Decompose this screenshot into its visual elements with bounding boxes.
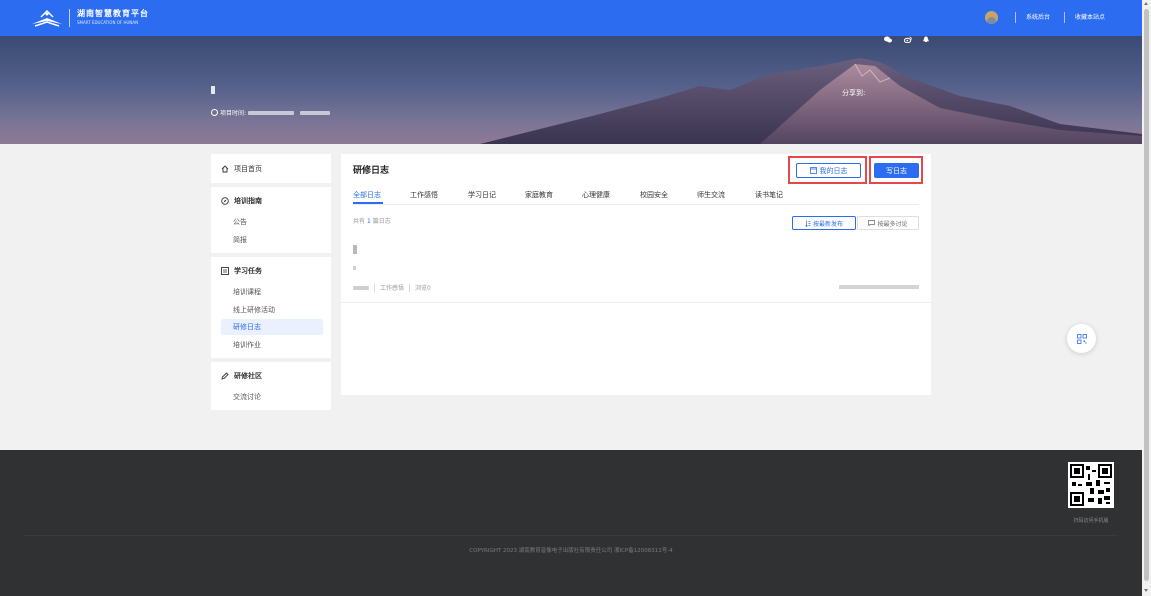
tab-work-insights[interactable]: 工作感悟 xyxy=(410,190,438,200)
qr-caption: 扫码访问手机版 xyxy=(1073,518,1109,524)
platform-name-en: SMART EDUCATION OF HUNAN xyxy=(77,20,139,25)
copyright-text: COPYRIGHT 2023 湖南教育音像电子出版社有限责任公司 湘ICP备12… xyxy=(469,548,673,554)
page-footer: 扫码访问手机版 COPYRIGHT 2023 湖南教育音像电子出版社有限责任公司… xyxy=(0,450,1142,596)
sidebar-item-home[interactable]: 项目首页 xyxy=(221,164,262,174)
community-icon xyxy=(221,372,229,380)
sidebar-item-homework[interactable]: 培训作业 xyxy=(221,337,323,353)
tab-study-notes[interactable]: 学习日记 xyxy=(468,190,496,200)
sidebar-community-title: 研修社区 xyxy=(234,372,262,380)
top-nav: 湖南智慧教育平台 SMART EDUCATION OF HUNAN 系统后台 收… xyxy=(0,0,1142,36)
nav-divider xyxy=(1064,12,1065,23)
my-diary-label: 我的日志 xyxy=(819,166,848,175)
nav-divider xyxy=(1015,12,1016,23)
tab-family-education[interactable]: 家庭教育 xyxy=(525,190,553,200)
sort-newest-label: 按最新发布 xyxy=(812,220,843,228)
tab-mental-health[interactable]: 心理健康 xyxy=(582,190,610,200)
page-scrollbar[interactable] xyxy=(1142,0,1151,596)
count-value: 1 xyxy=(366,218,371,225)
project-title-placeholder xyxy=(211,86,215,94)
logo-divider xyxy=(69,9,70,27)
count-suffix: 篇日志 xyxy=(372,218,391,225)
active-tab-indicator xyxy=(353,202,383,204)
project-time-label: 项目时间: xyxy=(220,110,247,117)
qr-code-icon xyxy=(1076,333,1087,344)
scroll-up-arrow-icon[interactable] xyxy=(1144,2,1148,5)
diary-entry-meta: 工作感悟 浏览0 xyxy=(353,283,431,292)
sort-icon xyxy=(805,220,811,227)
home-icon xyxy=(221,165,229,173)
tab-reading-notes[interactable]: 读书笔记 xyxy=(755,190,783,200)
user-avatar[interactable] xyxy=(985,11,998,24)
page-title: 研修日志 xyxy=(353,166,390,176)
qq-share-icon[interactable] xyxy=(922,36,930,43)
tab-teacher-student[interactable]: 师生交流 xyxy=(697,190,725,200)
mountain-illustration xyxy=(480,58,1142,144)
compass-icon xyxy=(221,197,229,205)
mobile-qr-code xyxy=(1068,462,1114,508)
weibo-share-icon[interactable] xyxy=(904,36,912,43)
platform-name[interactable]: 湖南智慧教育平台 xyxy=(77,8,149,19)
tab-campus-safety[interactable]: 校园安全 xyxy=(640,190,668,200)
meta-divider xyxy=(409,283,411,292)
project-banner: 项目时间: 分享到: xyxy=(0,36,1142,144)
write-diary-button[interactable]: 写日志 xyxy=(874,163,919,178)
tab-all-diaries[interactable]: 全部日志 xyxy=(353,190,381,200)
my-diary-button[interactable]: 我的日志 xyxy=(796,163,861,178)
footer-divider xyxy=(24,535,1118,536)
sidebar-item-announcement[interactable]: 公告 xyxy=(221,214,323,230)
bookmark-site-link[interactable]: 收藏本站点 xyxy=(1075,12,1105,21)
project-time-start-redacted xyxy=(248,110,295,115)
comment-icon xyxy=(868,220,876,226)
sidebar-section-tasks: 学习任务 xyxy=(221,266,262,276)
diary-author-redacted xyxy=(353,285,369,290)
platform-logo-icon[interactable] xyxy=(30,8,64,28)
sidebar-item-diary[interactable]: 研修日志 xyxy=(221,319,323,335)
sidebar-item-online-activities[interactable]: 线上研修活动 xyxy=(221,302,323,318)
entry-divider xyxy=(341,302,931,303)
system-admin-link[interactable]: 系统后台 xyxy=(1026,12,1050,21)
sidebar-section-guide: 培训指南 xyxy=(221,196,262,206)
sidebar-tasks-title: 学习任务 xyxy=(234,267,262,275)
clock-icon xyxy=(211,109,218,116)
tab-divider xyxy=(353,204,919,205)
sidebar-guide-title: 培训指南 xyxy=(234,197,262,205)
floating-qr-button[interactable] xyxy=(1067,324,1096,353)
sidebar-tasks-card: 学习任务 培训课程 线上研修活动 研修日志 培训作业 xyxy=(211,257,331,358)
sidebar-item-briefing[interactable]: 简报 xyxy=(221,232,323,248)
project-time: 项目时间: xyxy=(211,108,331,117)
diary-entry-date-redacted xyxy=(839,285,919,289)
sidebar-item-discussion[interactable]: 交流讨论 xyxy=(221,389,323,405)
diary-entry-title-redacted[interactable] xyxy=(353,245,357,254)
sort-most-discussed-label: 按最多讨论 xyxy=(877,220,908,228)
sidebar-section-community: 研修社区 xyxy=(221,371,262,381)
sort-newest-button[interactable]: 按最新发布 xyxy=(792,216,856,230)
notebook-icon xyxy=(809,167,817,174)
diary-panel: 研修日志 我的日志 写日志 全部日志 工作感悟 学习日记 家庭教育 心理健康 校… xyxy=(341,154,931,395)
meta-divider xyxy=(374,283,375,292)
scroll-down-arrow-icon[interactable] xyxy=(1144,589,1148,592)
project-time-end-redacted xyxy=(300,110,331,115)
sort-most-discussed-button[interactable]: 按最多讨论 xyxy=(857,216,919,230)
diary-count: 共有 1 篇日志 xyxy=(353,216,391,225)
sidebar-community-card: 研修社区 交流讨论 xyxy=(211,362,331,410)
count-prefix: 共有 xyxy=(353,218,366,225)
diary-entry-category: 工作感悟 xyxy=(380,285,405,292)
task-list-icon xyxy=(221,267,229,275)
qr-code-image-icon xyxy=(1070,464,1112,506)
sidebar-guide-card: 培训指南 公告 简报 xyxy=(211,187,331,253)
diary-entry-views: 浏览0 xyxy=(415,285,431,292)
diary-entry-excerpt-redacted xyxy=(353,266,356,270)
scrollbar-thumb[interactable] xyxy=(1144,9,1149,581)
share-label: 分享到: xyxy=(842,89,866,97)
sidebar-item-courses[interactable]: 培训课程 xyxy=(221,284,323,300)
sidebar-home-card: 项目首页 xyxy=(211,154,331,183)
sidebar-home-label: 项目首页 xyxy=(234,165,262,173)
wechat-share-icon[interactable] xyxy=(884,36,892,43)
